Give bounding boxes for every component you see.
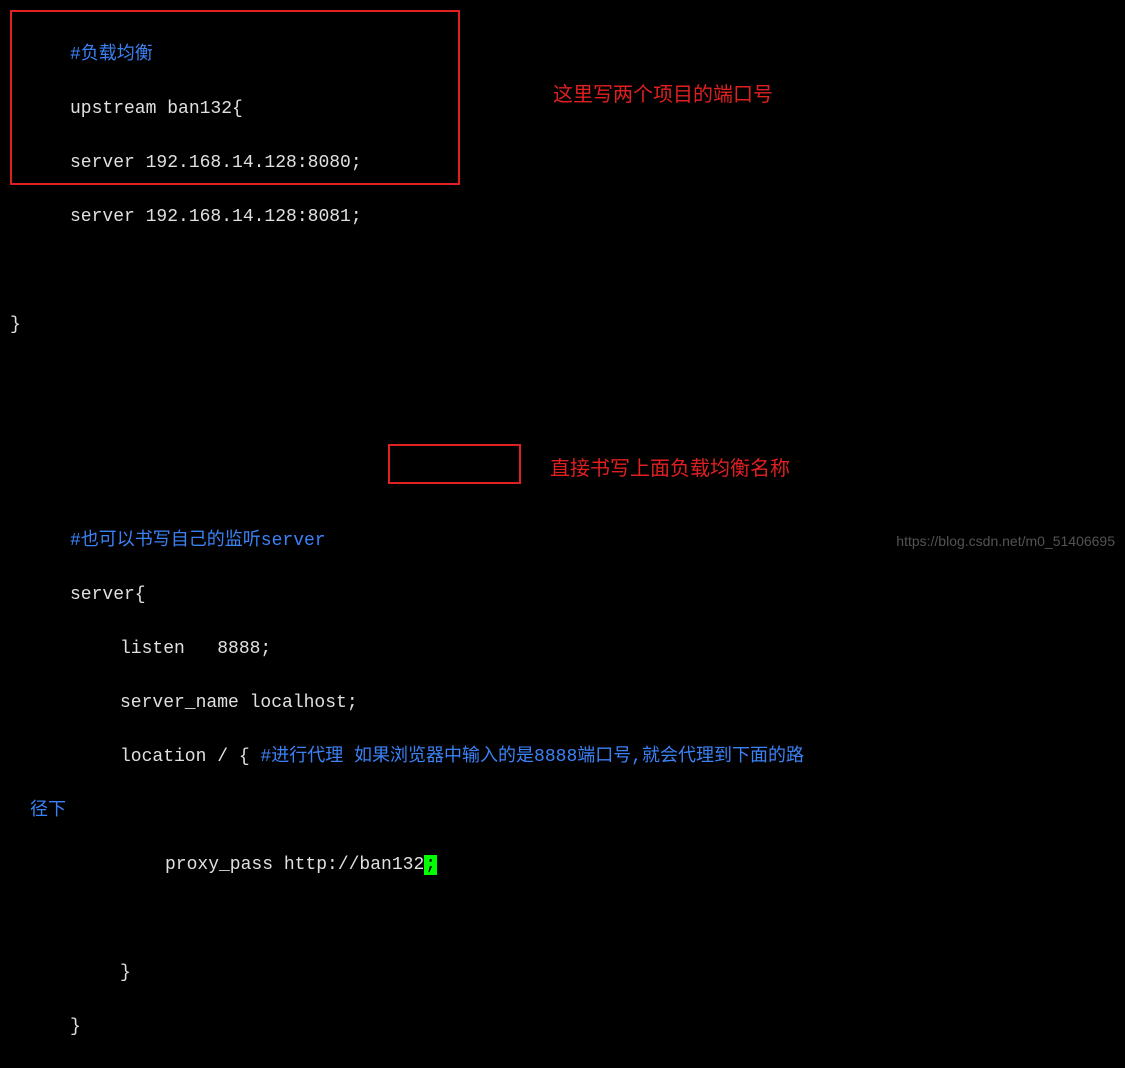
annotation-upstream-name: 直接书写上面负载均衡名称 [550, 454, 790, 484]
location-start: location / { [120, 747, 260, 767]
location-comment-wrap: 径下 [30, 801, 66, 821]
highlight-box-proxy [388, 444, 521, 484]
cursor: ; [424, 855, 437, 875]
server-name-directive: server_name localhost; [120, 693, 358, 713]
location-comment: #进行代理 如果浏览器中输入的是8888端口号,就会代理到下面的路 [260, 747, 804, 767]
listen-directive: listen 8888; [120, 639, 271, 659]
close-brace-server: } [70, 1017, 81, 1037]
comment-server: #也可以书写自己的监听server [70, 531, 326, 551]
close-brace-location: } [120, 963, 131, 983]
server-line-2: server 192.168.14.128:8081; [70, 207, 362, 227]
proxy-pass-directive: proxy_pass http://ban132 [165, 855, 424, 875]
close-brace-upstream: } [10, 315, 21, 335]
annotation-ports: 这里写两个项目的端口号 [553, 80, 773, 110]
server-declaration: server{ [70, 585, 146, 605]
watermark: https://blog.csdn.net/m0_51406695 [896, 531, 1115, 552]
highlight-box-upstream [10, 10, 460, 185]
